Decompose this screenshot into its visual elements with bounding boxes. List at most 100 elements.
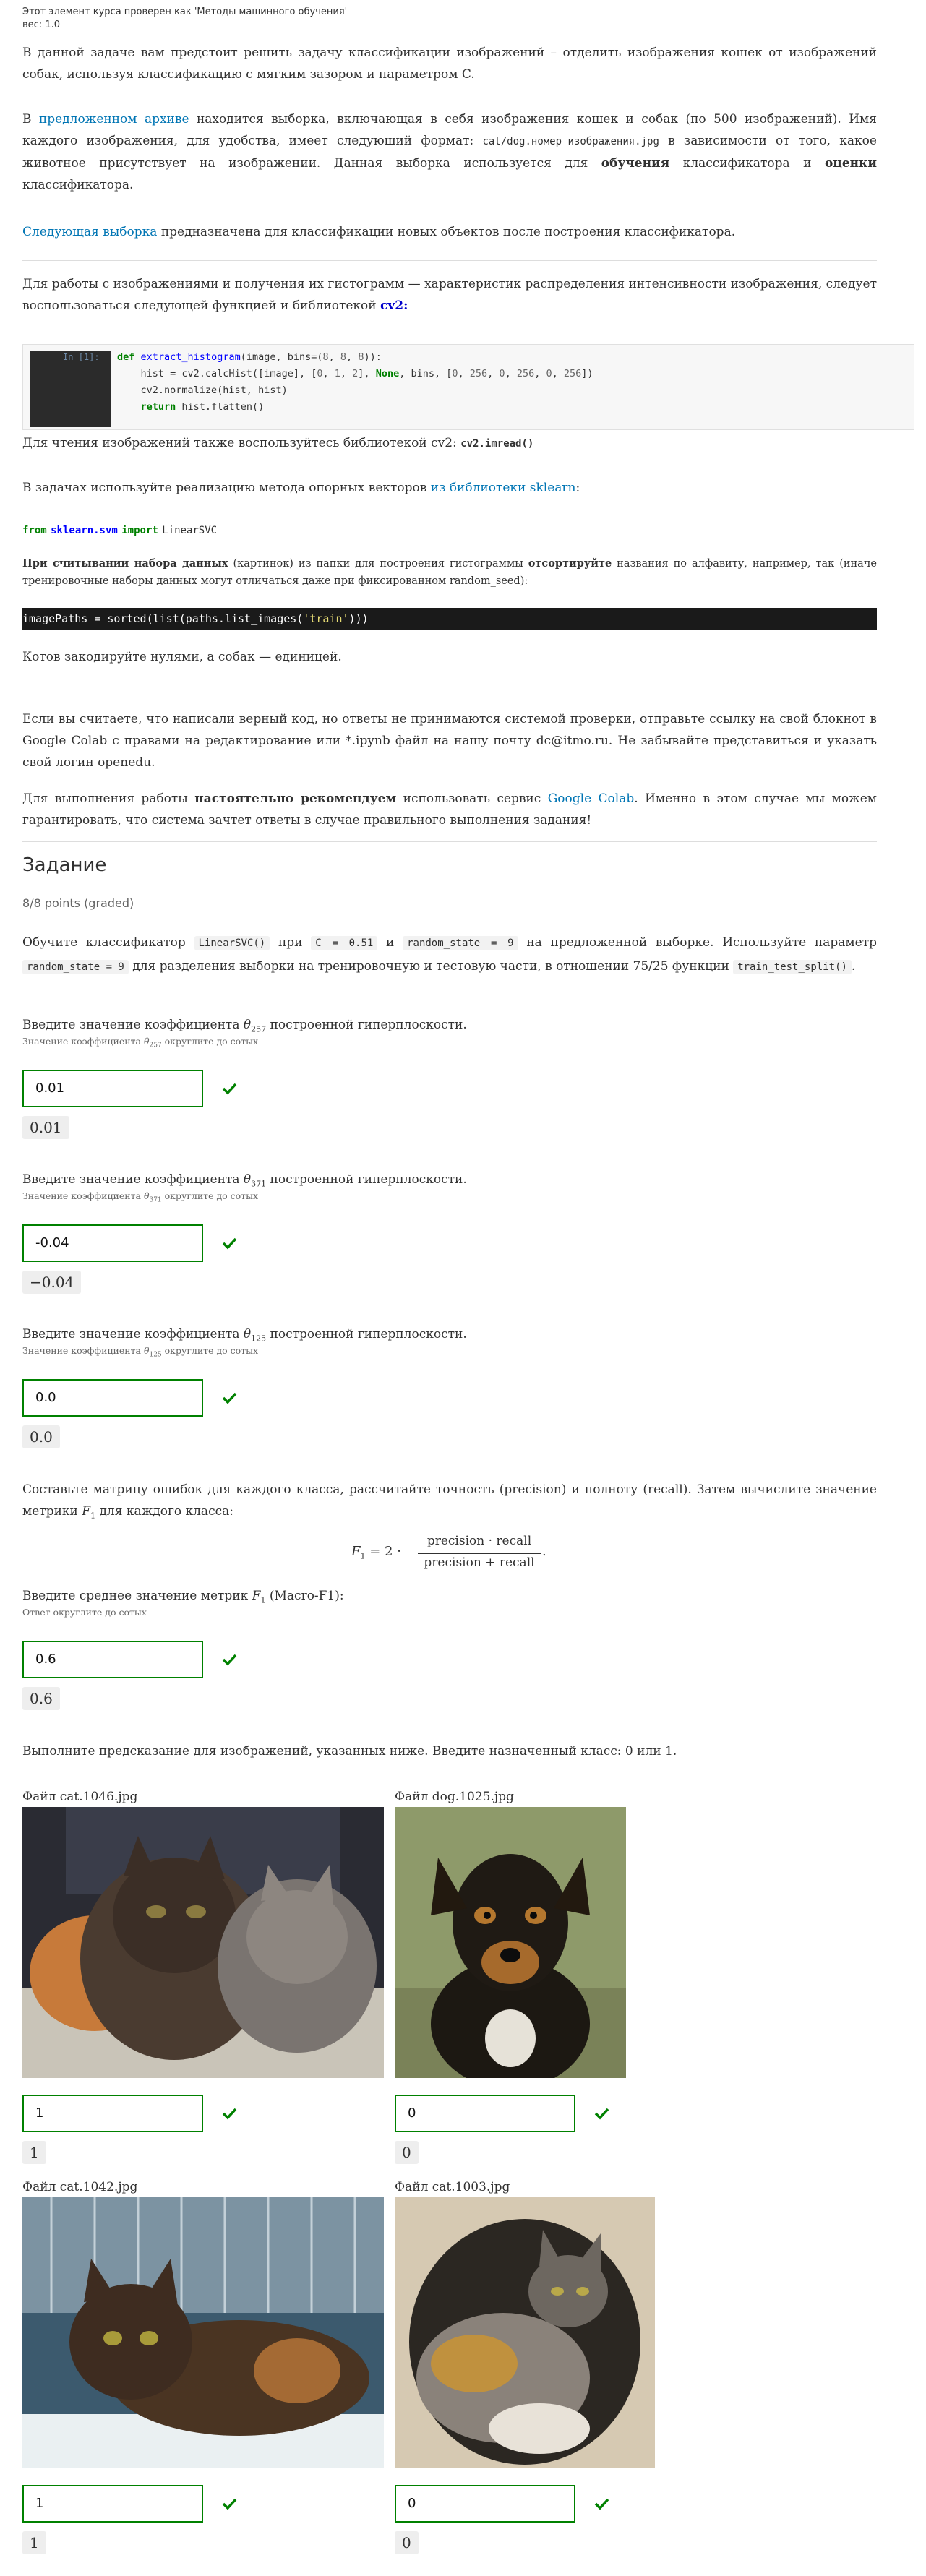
next-sample-link[interactable]: Следующая выборка [22, 225, 157, 239]
text-fragment: . [851, 959, 856, 974]
answer-input-theta-371[interactable]: -0.04 [22, 1224, 203, 1262]
task-description: Обучите классификатор LinearSVC() при C … [22, 931, 877, 979]
answer-preview: 0.6 [22, 1687, 60, 1710]
checkmark-icon [222, 2108, 237, 2120]
sklearn-link[interactable]: из библиотеки sklearn [431, 481, 576, 495]
code-line: def extract_histogram(image, bins=(8, 8,… [117, 351, 382, 363]
text-fragment: округлите до сотых [161, 1190, 259, 1201]
intro-paragraph-5: Для чтения изображений также воспользуйт… [22, 432, 877, 455]
import-name: LinearSVC [162, 525, 218, 536]
import-line: from sklearn.svm import LinearSVC [22, 519, 877, 541]
answer-preview: 1 [22, 2531, 46, 2554]
code-fragment: imagePaths = sorted(list(paths.list_imag… [22, 612, 304, 625]
answer-input-theta-125[interactable]: 0.0 [22, 1379, 203, 1417]
code-line: cv2.normalize(hist, hist) [117, 385, 288, 396]
f1-formula: F1 = 2 · precision · recall precision + … [351, 1534, 546, 1570]
formula-symbol: F [351, 1544, 361, 1559]
verified-notice: Этот элемент курса проверен как 'Методы … [22, 7, 348, 17]
archive-link[interactable]: предложенном архиве [39, 112, 189, 126]
theta-symbol: θ [243, 1172, 252, 1187]
code-string: 'train' [303, 612, 349, 625]
text-fragment: Для выполнения работы [22, 791, 195, 806]
sorted-paths-code: imagePaths = sorted(list(paths.list_imag… [22, 608, 877, 630]
inline-code: LinearSVC() [194, 936, 270, 950]
answer-input-theta-257[interactable]: 0.01 [22, 1070, 203, 1107]
text-fragment: округлите до сотых [161, 1345, 259, 1356]
answer-input-cat-1042[interactable]: 1 [22, 2485, 203, 2523]
question-hint: Значение коэффициента θ257 округлите до … [22, 1035, 258, 1052]
answer-preview: 0.01 [22, 1116, 69, 1139]
intro-paragraph-6: В задачах используйте реализацию метода … [22, 477, 877, 499]
inline-code: random_state = 9 [22, 960, 129, 974]
code-line: hist = cv2.calcHist([image], [0, 1, 2], … [117, 368, 593, 379]
theta-index: 371 [149, 1196, 162, 1204]
cat-photo-1046 [22, 1807, 384, 2078]
question-hint: Значение коэффициента θ125 округлите до … [22, 1344, 258, 1362]
theta-index: 125 [149, 1351, 162, 1359]
text-fragment: Обучите классификатор [22, 935, 194, 950]
intro-paragraph-4: Для работы с изображениями и получения и… [22, 273, 877, 317]
text-fragment: Введите значение коэффициента [22, 1327, 244, 1341]
code-block: def extract_histogram(image, bins=(8, 8,… [117, 349, 593, 416]
text-fragment: классификатора и [669, 156, 825, 171]
inline-code: train_test_split() [733, 960, 852, 974]
text-fragment: построенной гиперплоскости. [266, 1018, 467, 1032]
answer-input-dog-1025[interactable]: 0 [395, 2095, 575, 2132]
text-fragment: построенной гиперплоскости. [266, 1327, 467, 1341]
text-fragment: Значение коэффициента [22, 1036, 144, 1047]
text-fragment: Для чтения изображений также воспользуйт… [22, 436, 461, 450]
formula-eq: = 2 · [369, 1544, 401, 1559]
answer-input-cat-1003[interactable]: 0 [395, 2485, 575, 2523]
imread-code: cv2.imread() [460, 438, 534, 450]
checkmark-icon [222, 1237, 237, 1250]
formula-numerator: precision · recall [426, 1534, 532, 1548]
answer-input-macro-f1[interactable]: 0.6 [22, 1641, 203, 1678]
checkmark-icon [222, 1392, 237, 1404]
answer-input-cat-1046[interactable]: 1 [22, 2095, 203, 2132]
file-label: Файл cat.1003.jpg [395, 2180, 510, 2194]
answer-preview: 0.0 [22, 1425, 60, 1448]
intro-paragraph-8: Котов закодируйте нулями, а собак — един… [22, 650, 342, 664]
text-fragment: Введите значение коэффициента [22, 1018, 244, 1032]
theta-index: 257 [149, 1042, 162, 1049]
intro-paragraph-2: В предложенном архиве находится выборка,… [22, 108, 877, 196]
text-fragment: Значение коэффициента [22, 1190, 144, 1201]
text-fragment: предназначена для классификации новых об… [157, 225, 736, 239]
import-module: sklearn.svm [51, 525, 118, 536]
import-keyword: from [22, 525, 47, 536]
text-fragment: В [22, 112, 39, 126]
checkmark-icon [594, 2498, 609, 2510]
inline-code: random_state = 9 [403, 936, 518, 950]
checkmark-icon [222, 1083, 237, 1095]
checkmark-icon [222, 1654, 237, 1666]
intro-paragraph-1: В данной задаче вам предстоит решить зад… [22, 46, 877, 82]
formula-subscript: 1 [360, 1551, 366, 1561]
question-hint: Значение коэффициента θ371 округлите до … [22, 1190, 258, 1207]
theta-symbol: θ [243, 1327, 252, 1341]
intro-paragraph-3: Следующая выборка предназначена для клас… [22, 221, 877, 243]
course-meta: Этот элемент курса проверен как 'Методы … [22, 4, 347, 33]
cat-photo-1003 [395, 2197, 655, 2468]
google-colab-link[interactable]: Google Colab [548, 791, 635, 806]
intro-paragraph-7: При считывании набора данных (картинок) … [22, 555, 877, 590]
text-fragment: классификатора. [22, 178, 134, 192]
text-fragment: использовать сервис [396, 791, 548, 806]
task-heading: Задание [22, 854, 107, 876]
text-fragment: Для работы с изображениями и получения и… [22, 277, 877, 313]
text-fragment: для разделения выборки на тренировочную … [128, 959, 734, 974]
text-fragment: построенной гиперплоскости. [266, 1172, 467, 1187]
text-fragment: на предложенной выборке. Используйте пар… [518, 935, 878, 950]
fraction-bar [418, 1553, 541, 1554]
text-fragment: : [575, 481, 580, 495]
divider [22, 841, 877, 842]
bold-text: настоятельно рекомендуем [194, 791, 397, 806]
inline-code: C = 0.51 [311, 936, 378, 950]
question-hint: Ответ округлите до сотых [22, 1607, 147, 1618]
answer-preview: −0.04 [22, 1271, 82, 1294]
points-label: 8/8 points (graded) [22, 896, 134, 910]
text-fragment: Введите значение коэффициента [22, 1172, 244, 1187]
text-fragment: Значение коэффициента [22, 1345, 144, 1356]
f1-intro: Составьте матрицу ошибок для каждого кла… [22, 1482, 877, 1521]
intro-paragraph-9: Если вы считаете, что написали верный ко… [22, 712, 877, 770]
code-cell-gutter: In [1]: [30, 351, 111, 427]
